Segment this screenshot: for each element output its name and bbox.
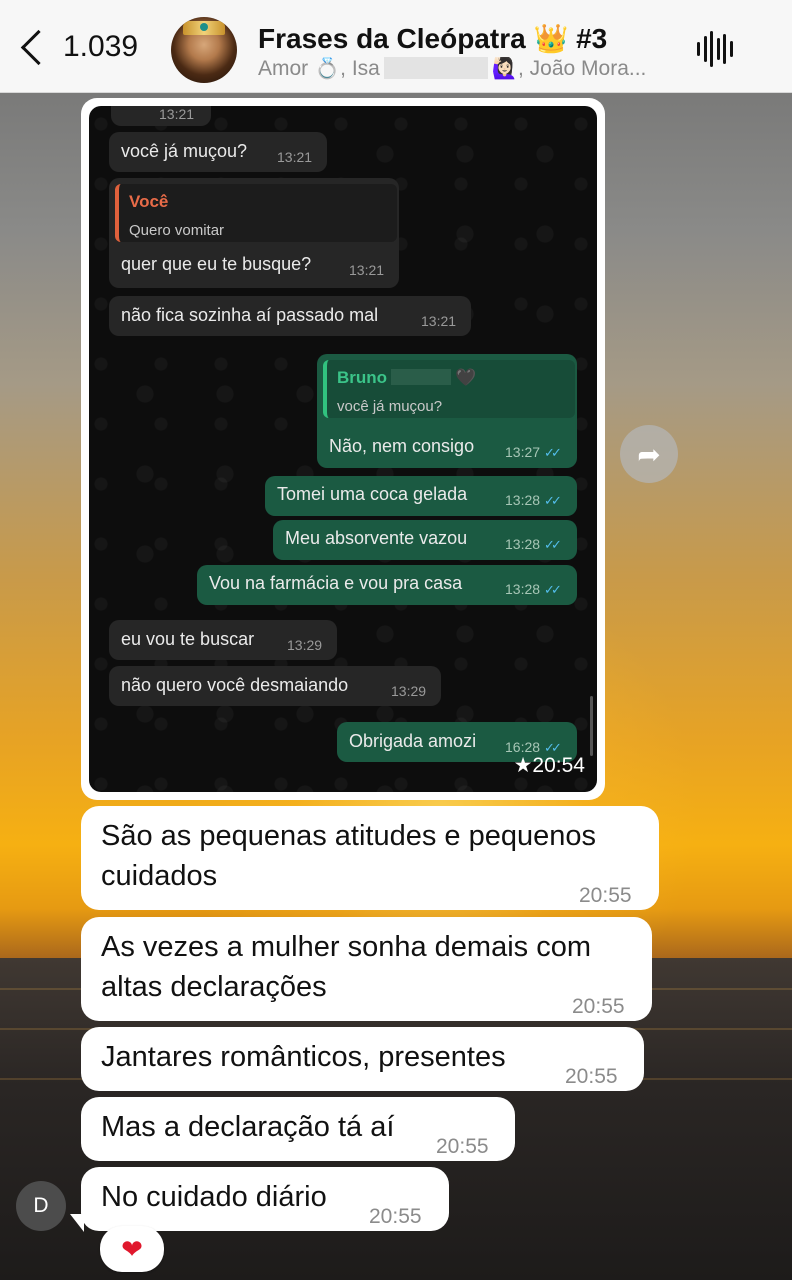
- chat-message[interactable]: As vezes a mulher sonha demais com altas…: [81, 917, 652, 1021]
- heart-icon: ❤: [121, 1233, 143, 1264]
- double-check-icon: ✓✓: [544, 445, 562, 460]
- screenshot-message: Você Quero vomitar quer que eu te busque…: [109, 178, 399, 288]
- message-time: 20:55: [369, 1205, 422, 1228]
- screenshot-message: não fica sozinha aí passado mal 13:21: [109, 296, 471, 336]
- screenshot-message: Meu absorvente vazou 13:28 ✓✓: [273, 520, 577, 560]
- chat-screenshot-image: 13:21 você já muçou? 13:21 Você Quero vo…: [89, 106, 597, 792]
- screenshot-message: Bruno 🖤 você já muçou? Não, nem consigo 1…: [317, 354, 577, 468]
- message-time: 20:55: [565, 1065, 618, 1088]
- group-avatar[interactable]: [171, 17, 237, 83]
- group-title[interactable]: Frases da Cleópatra 👑 #3: [258, 22, 607, 55]
- starred-timestamp: ★20:54: [513, 754, 585, 777]
- message-time: 20:55: [579, 884, 632, 907]
- chat-message[interactable]: Mas a declaração tá aí 20:55: [81, 1097, 515, 1161]
- message-time: 20:55: [572, 995, 625, 1018]
- image-message[interactable]: 13:21 você já muçou? 13:21 Você Quero vo…: [81, 98, 605, 800]
- chat-message[interactable]: São as pequenas atitudes e pequenos cuid…: [81, 806, 659, 910]
- group-members[interactable]: Amor 💍, Isa 🙋🏻‍♀️, João Mora...: [258, 57, 678, 81]
- sender-avatar[interactable]: D: [16, 1181, 66, 1231]
- screenshot-message: Vou na farmácia e vou pra casa 13:28 ✓✓: [197, 565, 577, 605]
- double-check-icon: ✓✓: [544, 582, 562, 597]
- forward-arrow-icon: ➦: [637, 438, 661, 470]
- double-check-icon: ✓✓: [544, 537, 562, 552]
- chat-message[interactable]: No cuidado diário 20:55: [81, 1167, 449, 1231]
- screenshot-message: você já muçou? 13:21: [109, 132, 327, 172]
- screenshot-message: 13:21: [111, 106, 211, 126]
- screenshot-message: não quero você desmaiando 13:29: [109, 666, 441, 706]
- screenshot-message: Tomei uma coca gelada 13:28 ✓✓: [265, 476, 577, 516]
- screenshot-scrollbar: [590, 696, 593, 756]
- double-check-icon: ✓✓: [544, 493, 562, 508]
- heart-reaction[interactable]: ❤: [100, 1226, 164, 1272]
- forward-button[interactable]: ➦: [620, 425, 678, 483]
- audio-waveform-icon[interactable]: [697, 31, 733, 67]
- unread-count: 1.039: [63, 30, 139, 63]
- quoted-reply: Bruno 🖤 você já muçou?: [323, 360, 575, 418]
- quoted-reply: Você Quero vomitar: [115, 184, 397, 242]
- chevron-left-icon: [20, 29, 57, 65]
- message-time: 20:55: [436, 1135, 489, 1158]
- screenshot-message: eu vou te buscar 13:29: [109, 620, 337, 660]
- chat-header: 1.039 Frases da Cleópatra 👑 #3 Amor 💍, I…: [0, 0, 792, 93]
- chat-message[interactable]: Jantares românticos, presentes 20:55: [81, 1027, 644, 1091]
- back-button[interactable]: 1.039: [18, 29, 139, 65]
- redaction: [383, 57, 488, 79]
